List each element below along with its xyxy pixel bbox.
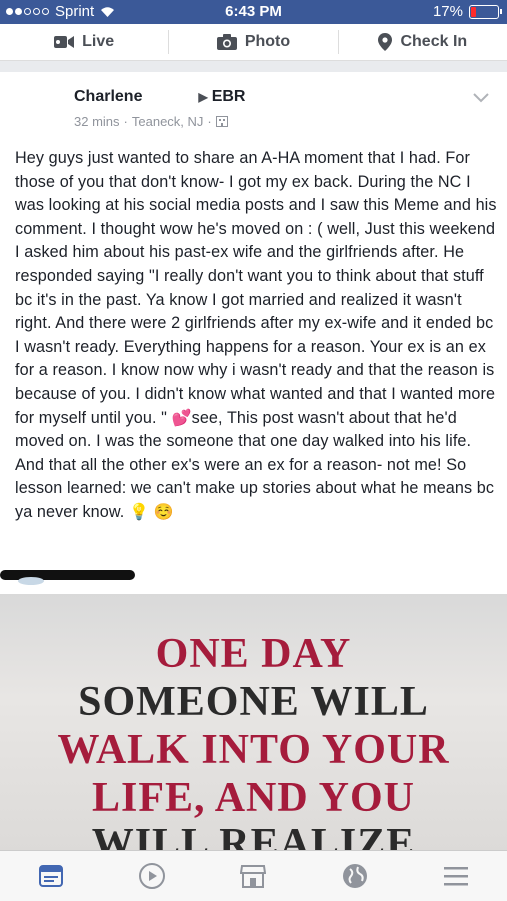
smiling-face-icon: ☺️: [153, 503, 174, 521]
redacted-avatar: [18, 577, 44, 585]
post-meta: 32 mins · Teaneck, NJ ·: [74, 114, 228, 129]
checkin-label: Check In: [400, 33, 468, 50]
live-button[interactable]: Live: [0, 24, 168, 60]
tab-video[interactable]: [132, 856, 172, 896]
meme-line-5: WILL REALIZE: [91, 821, 416, 850]
meme-line-4: LIFE, AND YOU: [92, 775, 415, 821]
post-location[interactable]: Teaneck, NJ: [132, 114, 204, 129]
arrow-right-icon: ▶: [198, 90, 208, 104]
two-hearts-icon: 💕: [171, 409, 192, 427]
news-feed-icon: [38, 865, 63, 887]
tab-marketplace[interactable]: [233, 856, 273, 896]
author-name[interactable]: Charlene: [74, 88, 142, 106]
status-bar: Sprint 6:43 PM 17%: [0, 0, 507, 24]
tab-notifications[interactable]: [335, 856, 375, 896]
checkin-button[interactable]: Check In: [339, 24, 507, 60]
location-pin-icon: [378, 33, 393, 51]
post-time[interactable]: 32 mins: [74, 114, 120, 129]
post-body: Hey guys just wanted to share an A-HA mo…: [15, 147, 497, 525]
composer-actions: Live Photo Check In: [0, 24, 507, 61]
meme-line-2: SOMEONE WILL: [78, 679, 429, 725]
marketplace-icon: [240, 865, 267, 888]
building-icon: [215, 116, 228, 127]
tab-news-feed[interactable]: [31, 856, 71, 896]
post-text-part1: Hey guys just wanted to share an A-HA mo…: [15, 149, 497, 427]
globe-icon: [342, 864, 367, 888]
chevron-down-icon: [473, 93, 489, 103]
photo-button[interactable]: Photo: [169, 24, 337, 60]
battery-info: 17%: [432, 3, 502, 20]
meme-line-1: ONE DAY: [155, 631, 352, 677]
play-icon: [139, 863, 166, 889]
separator-dot: ·: [207, 114, 212, 129]
battery-percent: 17%: [432, 3, 463, 20]
clock: 6:43 PM: [225, 3, 282, 20]
group-name[interactable]: EBR: [212, 88, 246, 106]
camera-icon: [216, 34, 237, 50]
bottom-tab-bar: [0, 850, 507, 901]
live-label: Live: [82, 33, 115, 50]
video-camera-icon: [54, 36, 75, 48]
meme-image[interactable]: ONE DAY SOMEONE WILL WALK INTO YOUR LIFE…: [0, 594, 507, 850]
hamburger-menu-icon: [444, 867, 469, 886]
separator-dot: ·: [123, 114, 128, 129]
photo-label: Photo: [244, 33, 291, 50]
light-bulb-icon: 💡: [129, 503, 150, 521]
post-options-button[interactable]: [473, 90, 489, 108]
post-card: Charlene ▶ EBR 32 mins · Teaneck, NJ · H…: [0, 72, 507, 850]
meme-line-3: WALK INTO YOUR: [57, 727, 450, 773]
battery-icon: [469, 4, 502, 19]
tab-menu[interactable]: [436, 856, 476, 896]
post-header: Charlene ▶ EBR: [74, 88, 245, 106]
